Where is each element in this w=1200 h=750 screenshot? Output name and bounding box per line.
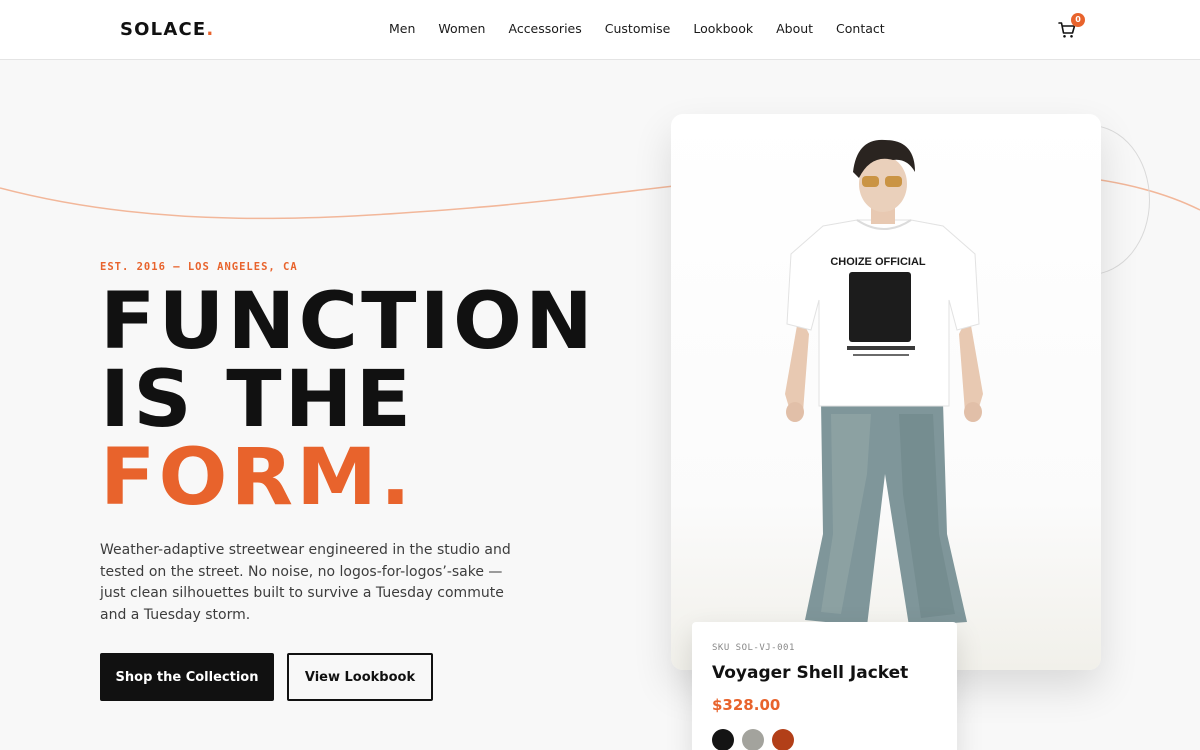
- nav-about[interactable]: About: [776, 21, 813, 36]
- view-lookbook-button[interactable]: View Lookbook: [287, 653, 433, 701]
- headline-line-1: FUNCTION: [100, 277, 597, 367]
- swatch-rust[interactable]: [772, 729, 794, 750]
- nav-accessories[interactable]: Accessories: [508, 21, 581, 36]
- swatch-grey[interactable]: [742, 729, 764, 750]
- shirt-print-text: CHOIZE OFFICIAL: [830, 256, 926, 268]
- cart-count-badge: 0: [1071, 13, 1085, 27]
- model-illustration: CHOIZE OFFICIAL: [785, 139, 983, 626]
- brand-logo[interactable]: SOLACE.: [120, 19, 214, 40]
- hero-eyebrow: EST. 2016 — LOS ANGELES, CA: [100, 261, 298, 273]
- swatch-black[interactable]: [712, 729, 734, 750]
- nav-men[interactable]: Men: [389, 21, 415, 36]
- headline-line-2: IS THE: [100, 355, 415, 445]
- hero-product-image[interactable]: CHOIZE OFFICIAL: [671, 114, 1101, 670]
- nav-lookbook[interactable]: Lookbook: [693, 21, 753, 36]
- main-nav: Men Women Accessories Customise Lookbook…: [389, 21, 908, 36]
- nav-contact[interactable]: Contact: [836, 21, 885, 36]
- product-price: $328.00: [712, 696, 781, 714]
- nav-customise[interactable]: Customise: [605, 21, 671, 36]
- product-sku: SKU SOL-VJ-001: [712, 643, 795, 653]
- nav-women[interactable]: Women: [438, 21, 485, 36]
- site-header: SOLACE. Men Women Accessories Customise …: [0, 0, 1200, 60]
- hero-headline: FUNCTION IS THE FORM.: [100, 283, 596, 517]
- product-card[interactable]: SKU SOL-VJ-001 Voyager Shell Jacket $328…: [692, 622, 957, 750]
- headline-line-3: FORM.: [100, 433, 414, 523]
- product-name[interactable]: Voyager Shell Jacket: [712, 663, 908, 683]
- shop-collection-button[interactable]: Shop the Collection: [100, 653, 274, 701]
- hero-description: Weather-adaptive streetwear engineered i…: [100, 542, 511, 624]
